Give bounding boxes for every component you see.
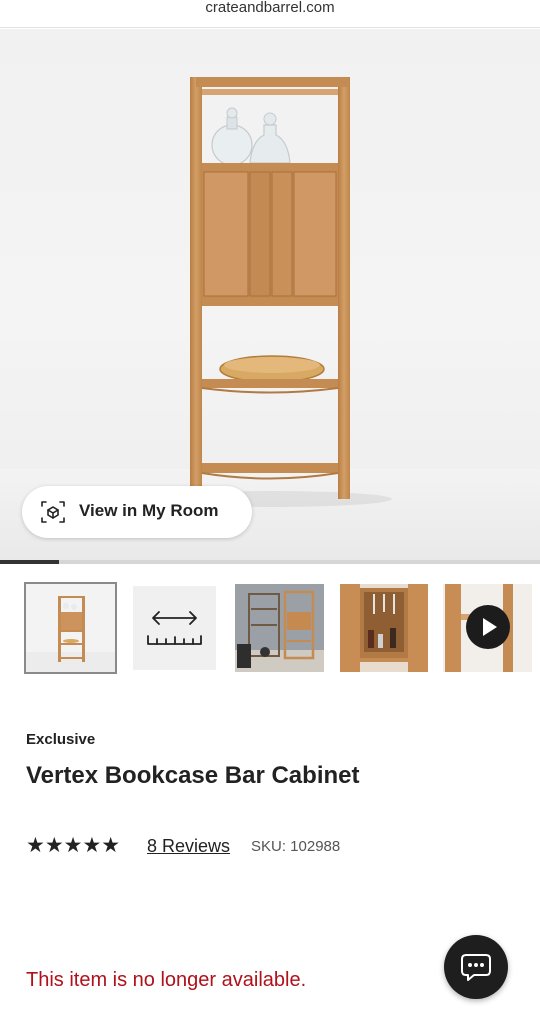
chat-button[interactable] [444,935,508,999]
thumbnail-video[interactable] [443,584,532,672]
exclusive-label: Exclusive [26,731,96,748]
thumbnail-strip [0,582,540,674]
thumbnail-room-scene[interactable] [235,584,324,672]
ruler-arrows-icon [147,611,202,645]
chat-bubble-icon [461,954,491,981]
view-in-my-room-button[interactable]: View in My Room [22,486,252,538]
thumbnail-dimensions[interactable] [133,586,216,670]
product-title: Vertex Bookcase Bar Cabinet [26,762,360,789]
thumbnail-cabinet-image [26,596,115,672]
availability-message: This item is no longer available. [26,969,307,991]
browser-url-bar[interactable]: crateandbarrel.com [0,0,540,28]
ar-cube-icon [41,501,65,523]
gallery-progress-bar [0,560,540,564]
thumbnail-interior-detail[interactable] [340,584,428,672]
bookcase-cabinet-illustration [0,77,540,561]
room-scene-image [235,584,324,672]
play-icon[interactable] [466,605,510,649]
reviews-link[interactable]: 8 Reviews [147,836,230,857]
sku-label: SKU: 102988 [251,838,341,855]
gallery-progress-fill [0,560,60,564]
thumbnail-front-view[interactable] [24,582,117,674]
star-rating[interactable]: ★★★★★ [26,834,120,856]
rating-row: ★★★★★ 8 Reviews SKU: 102988 [26,834,426,858]
view-in-my-room-label: View in My Room [79,501,219,520]
product-hero-image[interactable]: View in My Room [0,29,540,561]
cabinet-interior-image [340,584,428,672]
url-text: crateandbarrel.com [205,0,335,16]
